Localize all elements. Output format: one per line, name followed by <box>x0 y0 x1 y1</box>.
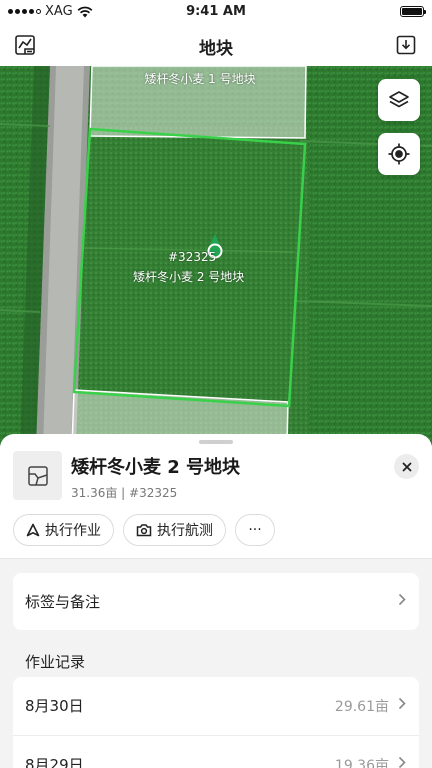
record-area: 19.36亩 <box>334 758 389 768</box>
download-button[interactable] <box>394 33 418 57</box>
sheet-grabber[interactable] <box>199 440 233 444</box>
field-meta: 31.36亩 | #32325 <box>71 486 178 500</box>
field-title: 矮杆冬小麦 2 号地块 <box>71 457 241 478</box>
record-date: 8月29日 <box>25 756 84 768</box>
execute-task-button[interactable]: 执行作业 <box>13 514 114 546</box>
record-date: 8月30日 <box>25 697 84 715</box>
download-icon <box>396 35 416 55</box>
aerial-survey-label: 执行航测 <box>157 523 213 539</box>
records-list: 8月30日 29.61亩 8月29日 19.36亩 <box>13 677 419 768</box>
field-map[interactable]: 矮杆冬小麦 1 号地块 #32325 矮杆冬小麦 2 号地块 <box>0 66 432 446</box>
detail-content: 标签与备注 作业记录 8月30日 29.61亩 8月29日 19.36亩 <box>0 558 432 768</box>
selected-field-label: 矮杆冬小麦 2 号地块 <box>133 270 245 284</box>
records-title: 作业记录 <box>25 653 86 671</box>
field-detail-sheet: 矮杆冬小麦 2 号地块 31.36亩 | #32325 执行作业 执行航测 ··… <box>0 434 432 768</box>
tags-notes-label: 标签与备注 <box>25 593 101 611</box>
record-area: 29.61亩 <box>334 699 389 715</box>
action-bar: 执行作业 执行航测 ··· <box>13 514 275 546</box>
chevron-right-icon <box>398 697 406 710</box>
layers-button[interactable] <box>378 79 420 121</box>
close-icon <box>402 462 411 471</box>
status-bar: XAG 9:41 AM <box>0 0 432 24</box>
battery-icon <box>400 6 426 17</box>
more-icon: ··· <box>248 522 262 538</box>
execute-task-label: 执行作业 <box>45 523 101 539</box>
field-shape-icon <box>27 465 48 486</box>
layers-icon <box>389 91 409 108</box>
more-button[interactable]: ··· <box>235 514 275 546</box>
page-title: 地块 <box>199 39 233 59</box>
field-thumbnail <box>13 451 62 500</box>
locate-button[interactable] <box>378 133 420 175</box>
selected-field-id: #32325 <box>168 250 217 264</box>
camera-icon <box>136 524 152 537</box>
nav-bar: 地块 <box>0 24 432 66</box>
record-row[interactable]: 8月30日 29.61亩 <box>13 677 419 735</box>
chevron-right-icon <box>398 756 406 768</box>
status-time: 9:41 AM <box>186 4 246 19</box>
neighbor-field-label: 矮杆冬小麦 1 号地块 <box>144 72 256 86</box>
aerial-survey-button[interactable]: 执行航测 <box>123 514 226 546</box>
locate-icon <box>388 143 410 165</box>
tags-notes-row[interactable]: 标签与备注 <box>13 573 419 630</box>
record-row[interactable]: 8月29日 19.36亩 <box>13 735 419 768</box>
close-button[interactable] <box>394 454 419 479</box>
navigate-arrow-icon <box>26 523 40 537</box>
chevron-right-icon <box>398 593 406 606</box>
